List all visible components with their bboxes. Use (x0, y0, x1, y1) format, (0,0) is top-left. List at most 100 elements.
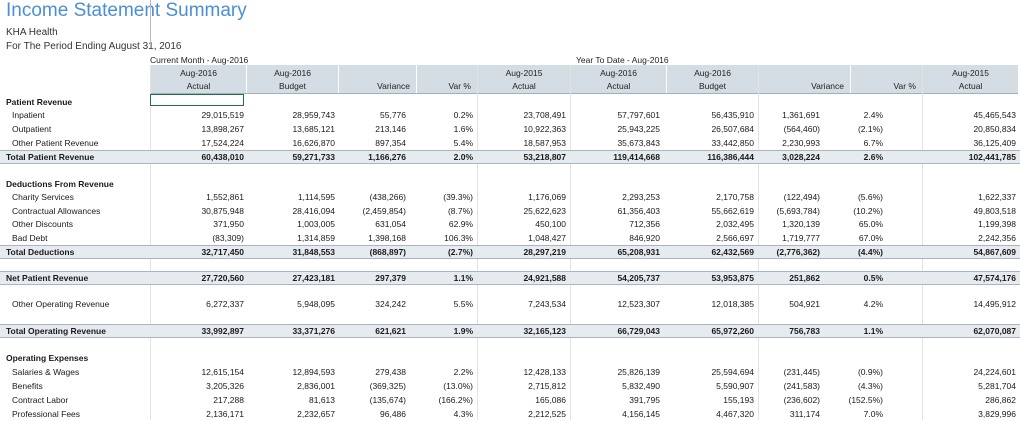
cell-value[interactable]: 12,428,133 (523, 367, 566, 377)
cell-value[interactable]: 1,114,595 (298, 192, 335, 202)
cell-value[interactable]: (10.2%) (853, 206, 883, 216)
cell-value[interactable]: 1,003,005 (297, 219, 335, 229)
selected-cell[interactable] (150, 94, 244, 106)
cell-value[interactable]: 631,054 (375, 219, 406, 229)
cell-value[interactable]: 67.0% (859, 233, 883, 243)
cell-value[interactable]: 53,953,875 (711, 273, 754, 283)
cell-value[interactable]: 12,615,154 (201, 367, 244, 377)
cell-value[interactable]: 371,950 (213, 219, 244, 229)
cell-value[interactable]: 1,719,777 (782, 233, 820, 243)
cell-value[interactable]: 102,441,785 (969, 152, 1016, 162)
cell-value[interactable]: 2,230,993 (782, 138, 820, 148)
cell-value[interactable]: 65,208,931 (617, 247, 660, 257)
cell-value[interactable]: 60,438,010 (201, 152, 244, 162)
cell-value[interactable]: 12,018,385 (711, 299, 754, 309)
cell-value[interactable]: 2,242,356 (978, 233, 1016, 243)
cell-value[interactable]: (564,460) (784, 124, 820, 134)
cell-value[interactable]: 116,386,444 (707, 152, 754, 162)
cell-value[interactable]: 54,867,609 (973, 247, 1016, 257)
cell-value[interactable]: (39.3%) (443, 192, 473, 202)
cell-value[interactable]: (13.0%) (443, 381, 473, 391)
cell-value[interactable]: 27,720,560 (201, 273, 244, 283)
cell-value[interactable]: 5.4% (454, 138, 473, 148)
cell-value[interactable]: 28,297,219 (523, 247, 566, 257)
cell-value[interactable]: (2,776,362) (777, 247, 820, 257)
cell-value[interactable]: 62,432,569 (711, 247, 754, 257)
cell-value[interactable]: 33,371,276 (292, 326, 335, 336)
cell-value[interactable]: 96,486 (380, 409, 406, 419)
cell-value[interactable]: 324,242 (375, 299, 406, 309)
cell-value[interactable]: 3,829,996 (978, 409, 1016, 419)
cell-value[interactable]: 450,100 (535, 219, 566, 229)
cell-value[interactable]: 1,314,859 (297, 233, 335, 243)
cell-value[interactable]: (438,266) (370, 192, 406, 202)
cell-value[interactable]: 165,086 (535, 395, 566, 405)
cell-value[interactable]: 35,673,843 (617, 138, 660, 148)
cell-value[interactable]: (2.7%) (448, 247, 473, 257)
cell-value[interactable]: 18,587,953 (523, 138, 566, 148)
cell-value[interactable]: 3,028,224 (782, 152, 820, 162)
cell-value[interactable]: 2,293,253 (622, 192, 660, 202)
cell-value[interactable]: 5,948,095 (297, 299, 335, 309)
cell-value[interactable]: 2,232,657 (297, 409, 335, 419)
cell-value[interactable]: 2,212,525 (528, 409, 566, 419)
cell-value[interactable]: 27,423,181 (292, 273, 335, 283)
cell-value[interactable]: (152.5%) (849, 395, 884, 405)
cell-value[interactable]: 2.0% (454, 152, 473, 162)
cell-value[interactable]: (236,602) (784, 395, 820, 405)
cell-value[interactable]: 2.4% (864, 110, 883, 120)
cell-value[interactable]: 213,146 (375, 124, 406, 134)
cell-value[interactable]: 54,205,737 (617, 273, 660, 283)
cell-value[interactable]: 286,862 (985, 395, 1016, 405)
cell-value[interactable]: 31,848,553 (292, 247, 335, 257)
cell-value[interactable]: 32,165,123 (523, 326, 566, 336)
cell-value[interactable]: 47,574,176 (973, 273, 1016, 283)
cell-value[interactable]: 55,662,619 (711, 206, 754, 216)
cell-value[interactable]: 13,685,121 (292, 124, 335, 134)
cell-value[interactable]: 20,850,834 (973, 124, 1016, 134)
cell-value[interactable]: (2.1%) (858, 124, 883, 134)
cell-value[interactable]: 251,862 (789, 273, 820, 283)
cell-value[interactable]: 49,803,518 (973, 206, 1016, 216)
cell-value[interactable]: 897,354 (375, 138, 406, 148)
cell-value[interactable]: 28,959,743 (292, 110, 335, 120)
cell-value[interactable]: 53,218,807 (523, 152, 566, 162)
cell-value[interactable]: 712,356 (629, 219, 660, 229)
cell-value[interactable]: 12,894,593 (292, 367, 335, 377)
cell-value[interactable]: 0.2% (454, 110, 473, 120)
cell-value[interactable]: 4.3% (454, 409, 473, 419)
cell-value[interactable]: 1,361,691 (782, 110, 820, 120)
cell-value[interactable]: (2,459,854) (363, 206, 406, 216)
cell-value[interactable]: 7,243,534 (528, 299, 566, 309)
cell-value[interactable]: 81,613 (309, 395, 335, 405)
cell-value[interactable]: (0.9%) (858, 367, 883, 377)
cell-value[interactable]: 279,438 (375, 367, 406, 377)
cell-value[interactable]: (122,494) (784, 192, 820, 202)
cell-value[interactable]: 2.6% (864, 152, 883, 162)
cell-value[interactable]: 32,717,450 (201, 247, 244, 257)
cell-value[interactable]: 5,590,907 (716, 381, 754, 391)
cell-value[interactable]: 2,836,001 (297, 381, 335, 391)
cell-value[interactable]: 33,992,897 (201, 326, 244, 336)
cell-value[interactable]: 2,032,495 (716, 219, 754, 229)
cell-value[interactable]: 1.6% (454, 124, 473, 134)
cell-value[interactable]: 1.9% (454, 326, 473, 336)
cell-value[interactable]: 1,166,276 (368, 152, 406, 162)
cell-value[interactable]: (4.3%) (858, 381, 883, 391)
cell-value[interactable]: 24,224,601 (973, 367, 1016, 377)
cell-value[interactable]: 65,972,260 (711, 326, 754, 336)
cell-value[interactable]: 56,435,910 (711, 110, 754, 120)
cell-value[interactable]: 25,826,139 (617, 367, 660, 377)
cell-value[interactable]: 28,416,094 (292, 206, 335, 216)
cell-value[interactable]: 6,272,337 (206, 299, 244, 309)
cell-value[interactable]: 61,356,403 (617, 206, 660, 216)
cell-value[interactable]: 1,176,069 (528, 192, 566, 202)
cell-value[interactable]: 59,271,733 (292, 152, 335, 162)
cell-value[interactable]: 17,524,224 (201, 138, 244, 148)
cell-value[interactable]: 29,015,519 (201, 110, 244, 120)
cell-value[interactable]: 30,875,948 (201, 206, 244, 216)
cell-value[interactable]: 4,156,145 (622, 409, 660, 419)
cell-value[interactable]: 756,783 (789, 326, 820, 336)
cell-value[interactable]: 5,281,704 (978, 381, 1016, 391)
cell-value[interactable]: (231,445) (784, 367, 820, 377)
